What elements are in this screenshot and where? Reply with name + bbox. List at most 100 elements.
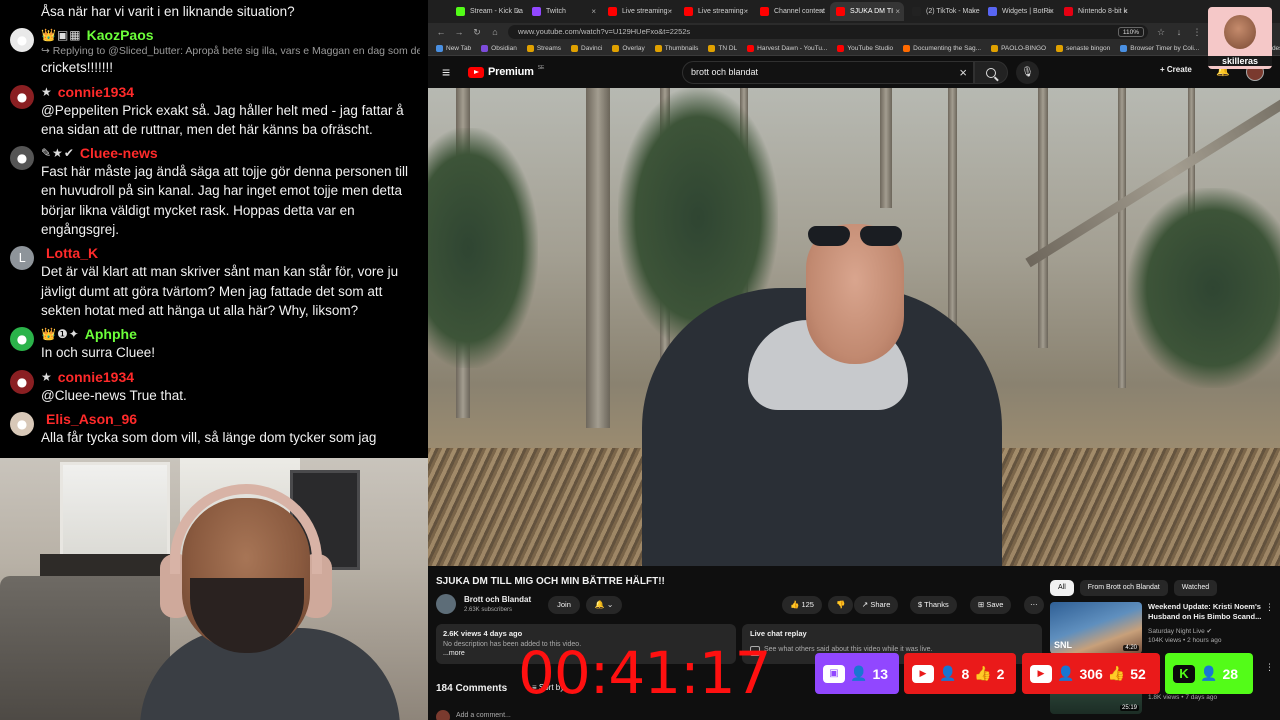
bookmark-label: Browser Timer by Coli...	[1130, 44, 1200, 52]
recommended-title[interactable]: Weekend Update: Kristi Noem's Husband on…	[1148, 602, 1268, 622]
youtube-logo[interactable]: Premium SE	[468, 65, 544, 78]
subscribe-bell-button[interactable]: 🔔 ⌄	[586, 596, 622, 614]
close-tab-icon[interactable]: ×	[819, 2, 824, 21]
reload-icon[interactable]: ↻	[472, 27, 482, 38]
chat-avatar[interactable]: ●	[10, 411, 34, 436]
close-tab-icon[interactable]: ×	[515, 2, 520, 21]
browser-tab[interactable]: Twitch ×	[526, 2, 600, 21]
channel-avatar[interactable]	[436, 594, 456, 614]
browser-tab[interactable]: Live streaming - ×	[678, 2, 752, 21]
more-options-icon[interactable]: ⋮	[1265, 662, 1274, 673]
bookmark-item[interactable]: Browser Timer by Coli...	[1120, 44, 1200, 52]
chat-username[interactable]: Cluee-news	[80, 145, 158, 161]
close-tab-icon[interactable]: ×	[971, 2, 976, 21]
tab-favicon-icon	[836, 7, 845, 16]
bookmark-item[interactable]: Obsidian	[481, 44, 517, 52]
chat-message: ● ★ connie1934 @Peppeliten Prick exakt så. …	[8, 83, 420, 140]
video-thumbnail[interactable]: SNL 4:20	[1050, 602, 1142, 654]
forward-icon[interactable]: →	[454, 27, 464, 37]
clear-search-icon[interactable]: ×	[959, 62, 967, 83]
viewer-icon: 👤	[1200, 665, 1218, 682]
bookmark-icon	[1056, 44, 1064, 52]
viewer-icon: 👤	[850, 665, 868, 682]
close-tab-icon[interactable]: ×	[591, 2, 596, 21]
save-button[interactable]: ⊞ Save	[970, 596, 1012, 614]
chat-message-text: crickets!!!!!!!	[41, 60, 114, 76]
bookmark-item[interactable]: Davinci	[571, 44, 602, 52]
bookmark-item[interactable]: senaste bingon	[1056, 44, 1110, 52]
search-button[interactable]	[974, 61, 1008, 84]
browser-tab[interactable]: SJUKA DM TI ×	[830, 2, 904, 21]
chat-avatar[interactable]: ●	[10, 84, 34, 109]
close-tab-icon[interactable]: ×	[667, 2, 672, 21]
star-icon[interactable]: ☆	[1156, 27, 1166, 38]
chat-message-text: @Peppeliten Prick exakt så. Jag håller h…	[41, 102, 404, 137]
bookmark-item[interactable]: New Tab	[436, 44, 471, 52]
add-comment-input[interactable]: Add a comment...	[456, 712, 511, 719]
video-duration: 25:19	[1119, 705, 1139, 711]
filter-chip[interactable]: From Brott och Blandat	[1079, 580, 1168, 596]
chat-message-header: ✎★✔ Cluee-news	[41, 144, 420, 162]
bookmark-item[interactable]: Overlay	[612, 44, 645, 52]
sunglasses-icon	[808, 226, 904, 248]
browser-tab[interactable]: Live streaming - ×	[602, 2, 676, 21]
close-tab-icon[interactable]: ×	[1047, 2, 1052, 21]
chat-badges: 👑▣▦	[41, 28, 82, 43]
chat-avatar[interactable]: ●	[10, 28, 34, 53]
bookmark-item[interactable]: Harvest Dawn - YouTu...	[747, 44, 827, 52]
close-tab-icon[interactable]: ×	[1123, 2, 1128, 21]
menu-icon[interactable]: ⋮	[1192, 27, 1202, 38]
mic-icon[interactable]: 🎙	[1016, 61, 1039, 84]
browser-tab[interactable]: Nintendo 8-bit k ×	[1058, 2, 1132, 21]
url-field[interactable]: www.youtube.com/watch?v=U129HUeFxo&t=225…	[508, 25, 1148, 39]
recommended-video[interactable]: SNL 4:20 Weekend Update: Kristi Noem's H…	[1050, 602, 1274, 658]
channel-name[interactable]: Brott och Blandat	[464, 595, 531, 604]
bookmark-item[interactable]: Documenting the Sag...	[903, 44, 981, 52]
video-player[interactable]	[428, 88, 1280, 566]
bookmark-item[interactable]: Streams	[526, 44, 561, 52]
twitch-viewer-count: 13	[872, 665, 889, 682]
chat-avatar[interactable]: ●	[10, 327, 34, 352]
more-actions-button[interactable]: ⋯	[1024, 596, 1044, 614]
youtube-viewer-widget: ▶ 👤 8 👍 2	[904, 653, 1016, 694]
chat-avatar[interactable]: ●	[10, 369, 34, 394]
tree-trunk	[880, 88, 892, 208]
youtube-logo-icon: ▶	[912, 664, 934, 683]
close-tab-icon[interactable]: ×	[895, 2, 900, 21]
filter-chip[interactable]: All	[1050, 580, 1074, 596]
like-button[interactable]: 👍 125	[782, 596, 822, 614]
chat-username[interactable]: connie1934	[58, 84, 134, 100]
chat-avatar[interactable]: ●	[10, 146, 34, 171]
bookmark-item[interactable]: TN DL	[708, 44, 737, 52]
search-input[interactable]: brott och blandat ×	[682, 61, 974, 84]
bookmark-item[interactable]: YouTube Studio	[837, 44, 893, 52]
chat-avatar[interactable]: L	[10, 246, 34, 271]
browser-tab[interactable]: Channel content ×	[754, 2, 828, 21]
back-icon[interactable]: ←	[436, 27, 446, 37]
chat-username[interactable]: Elis_Ason_96	[46, 411, 137, 427]
chat-username[interactable]: connie1934	[58, 369, 134, 385]
browser-tab[interactable]: Widgets | BotRix ×	[982, 2, 1056, 21]
more-options-icon[interactable]: ⋮	[1265, 602, 1274, 613]
dislike-button[interactable]: 👎	[828, 596, 854, 614]
chat-username[interactable]: Lotta_K	[46, 245, 98, 261]
tab-favicon-icon	[912, 7, 921, 16]
chat-badges: 👑❶✦	[41, 327, 80, 342]
download-icon[interactable]: ↓	[1174, 27, 1184, 37]
create-button[interactable]: + Create	[1160, 65, 1192, 74]
chat-username[interactable]: KaozPaos	[87, 27, 154, 43]
thanks-button[interactable]: $ Thanks	[910, 596, 957, 614]
browser-tab[interactable]: Stream - Kick Da ×	[450, 2, 524, 21]
home-icon[interactable]: ⌂	[490, 27, 500, 37]
filter-chip[interactable]: Watched	[1173, 580, 1218, 596]
zoom-badge[interactable]: 110%	[1117, 27, 1144, 37]
share-button[interactable]: ↗ Share	[854, 596, 899, 614]
join-button[interactable]: Join	[548, 596, 580, 614]
recommended-channel[interactable]: Saturday Night Live ✔	[1148, 627, 1212, 635]
close-tab-icon[interactable]: ×	[743, 2, 748, 21]
bookmark-item[interactable]: Thumbnails	[654, 44, 698, 52]
hamburger-icon[interactable]: ≡	[442, 64, 460, 80]
browser-tab[interactable]: (2) TikTok - Make ×	[906, 2, 980, 21]
bookmark-item[interactable]: PAOLO-BINGO	[991, 44, 1046, 52]
chat-username[interactable]: Aphphe	[85, 326, 137, 342]
